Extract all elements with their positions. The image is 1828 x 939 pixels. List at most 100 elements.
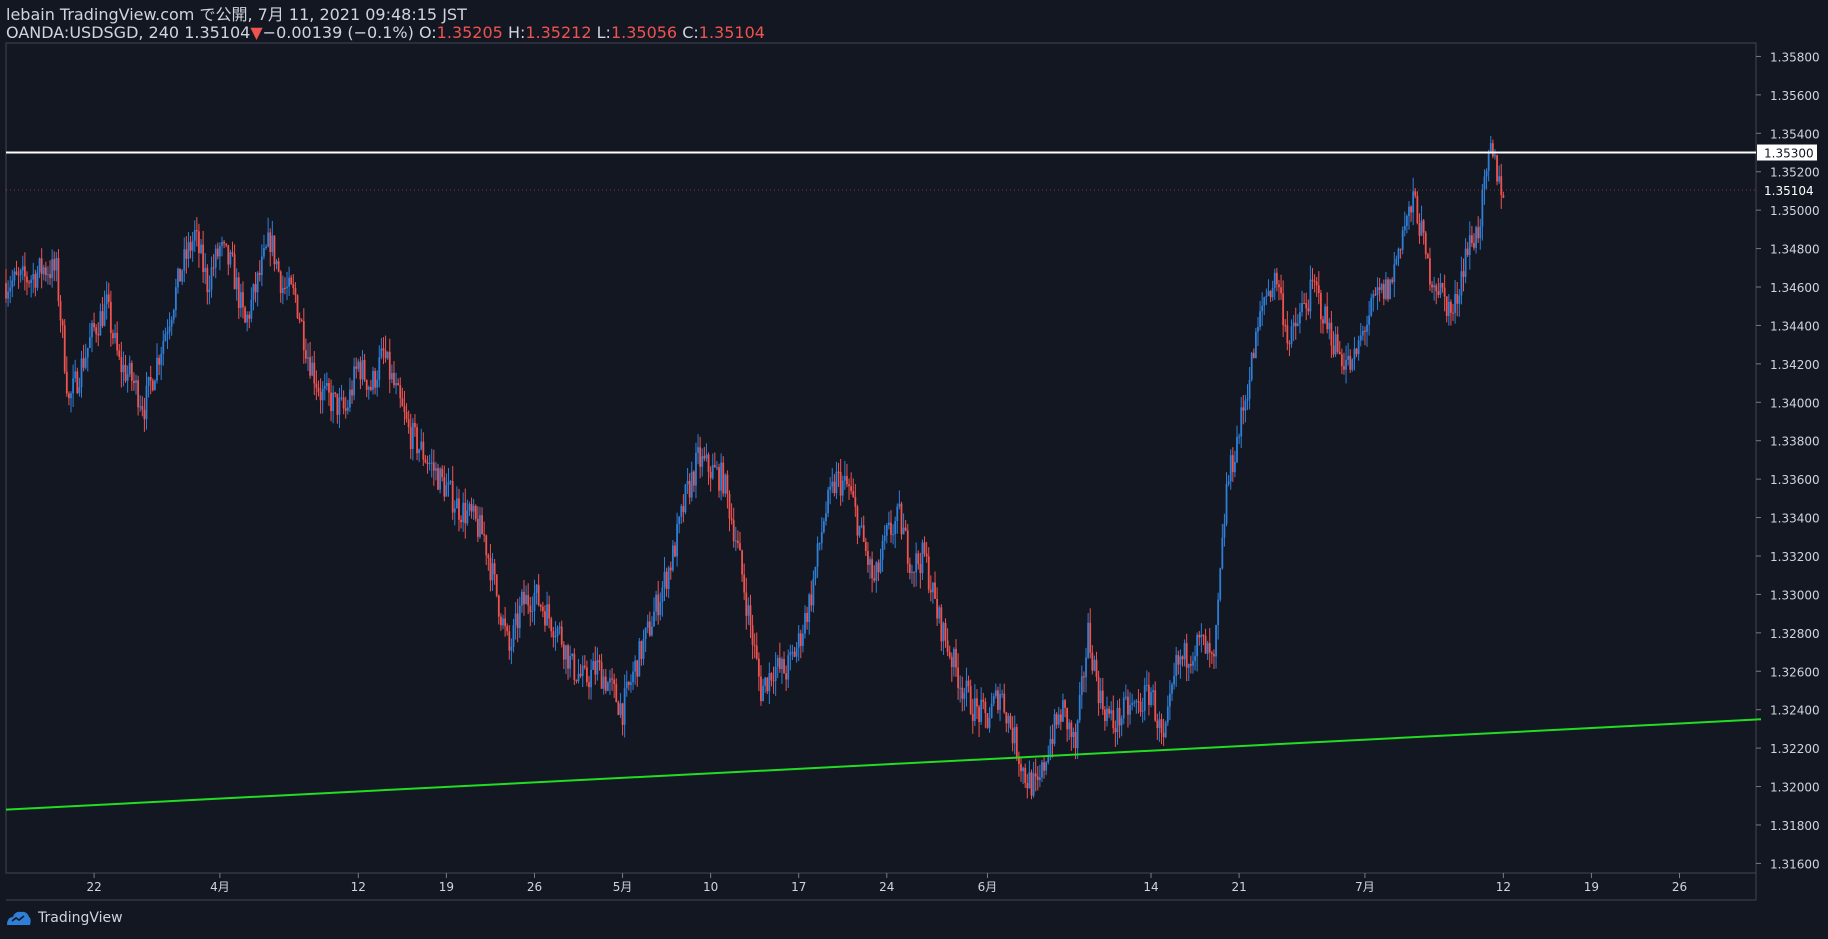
candle-body [512, 625, 515, 647]
candle-body [533, 592, 536, 612]
candle-body [474, 505, 477, 520]
candle-body [764, 677, 767, 686]
candle-body [1217, 599, 1220, 626]
candle-body [1072, 732, 1075, 738]
candle-body [1118, 707, 1121, 726]
candle-body [1208, 643, 1211, 653]
candle-body [1210, 652, 1213, 654]
candle-body [414, 422, 416, 428]
candle-body [766, 677, 769, 692]
candle-body [1007, 715, 1010, 724]
candle-body [223, 241, 226, 244]
candle-body [416, 427, 418, 454]
candle-body [1349, 355, 1352, 370]
candle-body [1158, 719, 1161, 729]
candle-body [1043, 762, 1045, 771]
candle-body [390, 372, 393, 380]
candle-body [841, 480, 844, 496]
candle-body [86, 347, 89, 358]
candle-body [397, 383, 400, 386]
candle-body [917, 553, 920, 565]
candle-body [248, 314, 251, 319]
candle-body [319, 391, 322, 401]
candle-body [5, 283, 7, 299]
candle-body [124, 364, 127, 381]
candle-body [1429, 258, 1431, 285]
candle-body [602, 676, 605, 689]
candle-body [1062, 700, 1064, 722]
candle-body [600, 662, 603, 689]
candle-body [57, 258, 60, 302]
candle-body [1248, 379, 1251, 399]
candle-body [1254, 331, 1257, 359]
candle-body [1032, 773, 1035, 796]
y-tick-label: 1.32400 [1770, 704, 1820, 718]
candle-body [816, 543, 819, 567]
candle-body [1179, 656, 1182, 665]
candle-body [862, 525, 865, 542]
candle-body [40, 258, 43, 275]
candle-body [493, 563, 496, 575]
candle-body [1426, 254, 1429, 259]
candle-body [1336, 334, 1339, 352]
candle-body [441, 468, 444, 478]
candle-body [810, 594, 813, 606]
candle-body [571, 653, 574, 657]
candle-body [1468, 235, 1471, 256]
candle-body [774, 666, 777, 681]
candle-body [726, 474, 729, 494]
candle-body [527, 594, 530, 606]
candle-body [1494, 155, 1496, 157]
candle-body [680, 506, 683, 517]
candle-body [500, 616, 502, 626]
plot-frame [5, 42, 1757, 874]
candle-body [53, 259, 56, 271]
candle-body [852, 491, 855, 497]
candle-body [820, 532, 823, 544]
candle-body [1024, 767, 1027, 784]
candle-body [567, 645, 569, 669]
candle-body [560, 626, 563, 645]
candle-body [621, 703, 624, 725]
candle-body [409, 427, 412, 449]
candle-body [829, 486, 832, 490]
candle-body [531, 611, 534, 613]
candle-body [999, 693, 1001, 710]
candle-body [634, 660, 637, 672]
candle-body [386, 351, 389, 359]
candle-body [353, 366, 356, 396]
candle-body [269, 232, 272, 252]
candle-body [867, 551, 869, 565]
candle-body [143, 409, 146, 420]
candle-body [145, 385, 148, 420]
candle-body [709, 471, 712, 479]
x-tick-label: 7月 [1355, 880, 1375, 894]
candle-body [569, 656, 572, 669]
candle-body [1343, 366, 1345, 370]
candle-body [393, 372, 395, 386]
candle-body [655, 594, 658, 612]
candle-body [1097, 676, 1100, 704]
candle-body [793, 651, 796, 657]
candle-body [875, 562, 878, 581]
candle-body [1055, 714, 1058, 725]
candle-body [1483, 176, 1486, 190]
candle-body [1137, 701, 1140, 703]
candle-body [1022, 767, 1025, 772]
candle-body [646, 621, 649, 628]
candle-body [1458, 295, 1461, 304]
candle-body [468, 503, 471, 511]
candle-body [1038, 777, 1041, 780]
candle-body [550, 618, 553, 632]
candle-body [938, 607, 941, 619]
price-chart[interactable]: 1.35300 1.35104 1.35800 1.35600 1.35400 1.35… [0, 0, 1828, 939]
candle-body [781, 659, 783, 669]
candle-body [705, 454, 708, 459]
y-tick-label: 1.35400 [1770, 127, 1820, 141]
candle-body [1359, 335, 1362, 341]
y-tick-label: 1.33600 [1770, 473, 1820, 487]
candle-body [615, 684, 618, 703]
candle-body [296, 295, 299, 318]
candle-body [703, 456, 706, 459]
candle-body [1487, 152, 1490, 171]
